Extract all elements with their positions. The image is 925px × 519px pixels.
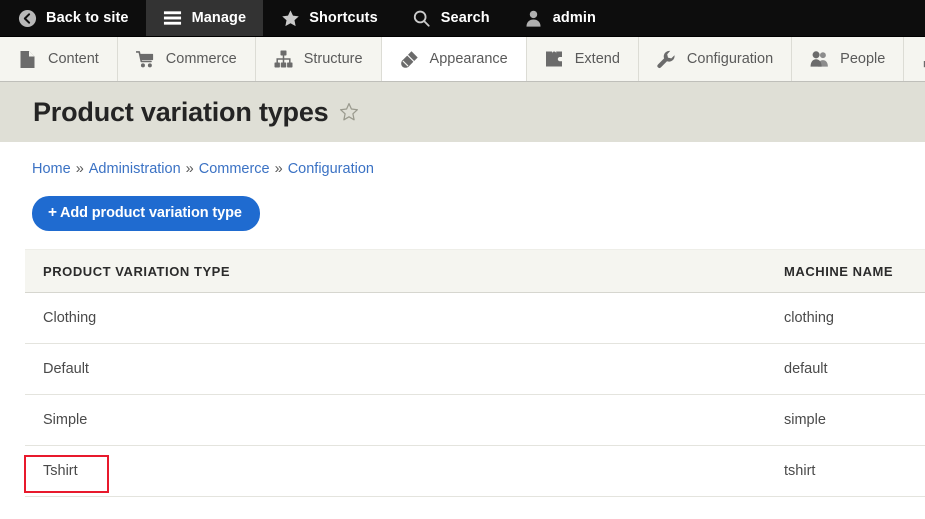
- menu-item-appearance[interactable]: Appearance: [381, 37, 527, 81]
- star-filled-icon: [280, 8, 300, 28]
- table-row: Default default: [25, 343, 925, 395]
- breadcrumb-item-administration[interactable]: Administration: [89, 161, 181, 177]
- menu-item-label: Commerce: [165, 51, 237, 67]
- menu-item-label: Configuration: [686, 51, 774, 67]
- table-header: PRODUCT VARIATION TYPE MACHINE NAME: [25, 249, 925, 293]
- toolbar-tab-label: Manage: [191, 10, 247, 26]
- hamburger-menu-icon: [163, 8, 183, 28]
- plus-icon: +: [48, 204, 57, 221]
- cell-machine-name: default: [766, 343, 925, 395]
- breadcrumb-item-commerce[interactable]: Commerce: [199, 161, 270, 177]
- cell-product-variation-type: Default: [25, 343, 766, 395]
- paintbrush-icon: [400, 50, 419, 69]
- star-outline-icon[interactable]: [339, 102, 359, 122]
- cell-machine-name: clothing: [766, 292, 925, 344]
- cell-product-variation-type-highlighted: Tshirt: [24, 445, 766, 497]
- shopping-cart-icon: [135, 50, 155, 69]
- product-variation-types-table: PRODUCT VARIATION TYPE MACHINE NAME Clot…: [24, 249, 925, 497]
- product-variation-types-table-wrapper: PRODUCT VARIATION TYPE MACHINE NAME Clot…: [24, 249, 925, 497]
- admin-menu-bar: Content Commerce Structure Appearance Ex…: [0, 37, 925, 82]
- column-header-product-variation-type: PRODUCT VARIATION TYPE: [25, 249, 766, 293]
- breadcrumb-separator: »: [185, 161, 194, 177]
- menu-item-structure[interactable]: Structure: [255, 37, 382, 81]
- user-avatar-icon: [524, 8, 544, 28]
- cell-product-variation-type: Simple: [25, 394, 766, 446]
- puzzle-piece-icon: [545, 50, 564, 69]
- menu-item-label: People: [840, 51, 886, 67]
- table-row: Simple simple: [25, 394, 925, 446]
- toolbar-tab-user-admin[interactable]: admin: [507, 0, 613, 36]
- toolbar-tab-label: Shortcuts: [309, 10, 378, 26]
- table-header-row: PRODUCT VARIATION TYPE MACHINE NAME: [25, 249, 925, 293]
- menu-item-configuration[interactable]: Configuration: [638, 37, 793, 81]
- magnifier-icon: [412, 8, 432, 28]
- menu-item-reports[interactable]: Reports: [904, 37, 925, 81]
- toolbar-tab-back-to-site[interactable]: Back to site: [0, 0, 146, 36]
- toolbar-tab-label: admin: [552, 10, 596, 26]
- menu-item-commerce[interactable]: Commerce: [117, 37, 256, 81]
- cell-machine-name: simple: [766, 394, 925, 446]
- toolbar-tab-label: Search: [440, 10, 490, 26]
- menu-item-people[interactable]: People: [792, 37, 905, 81]
- menu-item-content[interactable]: Content: [0, 37, 118, 81]
- page-title: Product variation types: [33, 96, 329, 127]
- table-row: Tshirt tshirt: [24, 445, 925, 497]
- cell-machine-name: tshirt: [766, 445, 925, 497]
- breadcrumb-item-configuration[interactable]: Configuration: [288, 161, 374, 177]
- main-content: Home» Administration» Commerce» Configurati…: [0, 142, 925, 497]
- table-row: Clothing clothing: [25, 292, 925, 344]
- menu-item-label: Content: [48, 51, 99, 67]
- document-icon: [18, 50, 37, 69]
- menu-item-label: Structure: [303, 51, 363, 67]
- breadcrumb-separator: »: [75, 161, 84, 177]
- cell-product-variation-type: Clothing: [25, 292, 766, 344]
- menu-item-extend[interactable]: Extend: [526, 37, 639, 81]
- breadcrumb-separator: »: [274, 161, 283, 177]
- wrench-icon: [657, 50, 676, 69]
- toolbar-tab-shortcuts[interactable]: Shortcuts: [263, 0, 395, 36]
- add-product-variation-type-button[interactable]: + Add product variation type: [32, 196, 260, 231]
- sitemap-icon: [274, 50, 293, 69]
- menu-item-label: Extend: [574, 51, 620, 67]
- add-button-label: Add product variation type: [59, 205, 242, 221]
- toolbar-tab-search[interactable]: Search: [395, 0, 507, 36]
- table-body: Clothing clothing Default default Simple…: [24, 292, 925, 497]
- back-arrow-circle-icon: [17, 8, 37, 28]
- toolbar-tab-label: Back to site: [46, 10, 129, 26]
- breadcrumb: Home» Administration» Commerce» Configurati…: [0, 142, 925, 177]
- menu-item-label: Appearance: [429, 51, 508, 67]
- people-icon: [810, 50, 829, 69]
- breadcrumb-item-home[interactable]: Home: [32, 161, 71, 177]
- admin-toolbar: Back to site Manage Shortcuts Search adm…: [0, 0, 925, 37]
- toolbar-tab-manage[interactable]: Manage: [145, 0, 264, 36]
- column-header-machine-name: MACHINE NAME: [766, 249, 925, 293]
- page-title-band: Product variation types: [0, 82, 925, 142]
